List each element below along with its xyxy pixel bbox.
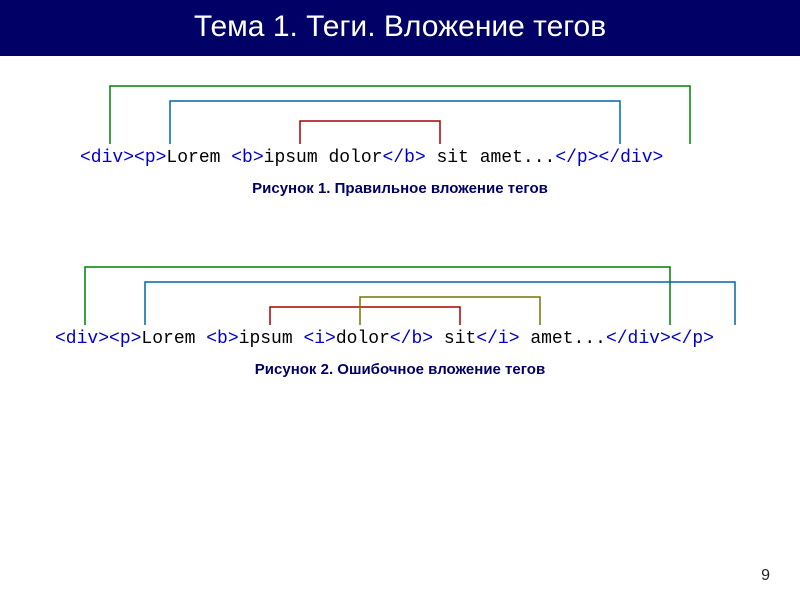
tag-p-open: <p> xyxy=(109,329,141,349)
code-line-2: <div><p>Lorem <b>ipsum <i>dolor</b> sit<… xyxy=(55,327,760,351)
tag-i-open: <i> xyxy=(303,329,335,349)
tag-b-close: </b> xyxy=(390,329,433,349)
tag-div-open: <div> xyxy=(80,148,134,168)
code-line-1: <div><p>Lorem <b>ipsum dolor</b> sit ame… xyxy=(80,146,760,170)
tag-div-open: <div> xyxy=(55,329,109,349)
text-ipsum-dolor: ipsum dolor xyxy=(264,148,383,168)
text-lorem: Lorem xyxy=(141,329,206,349)
tag-p-close: </p> xyxy=(555,148,598,168)
text-sit-amet: sit amet... xyxy=(426,148,556,168)
text-amet: amet... xyxy=(520,329,606,349)
tag-i-close: </i> xyxy=(476,329,519,349)
text-lorem: Lorem xyxy=(166,148,231,168)
figure-1-caption: Рисунок 1. Правильное вложение тегов xyxy=(40,180,760,197)
tag-b-open: <b> xyxy=(206,329,238,349)
figure-1: <div><p>Lorem <b>ipsum dolor</b> sit ame… xyxy=(40,146,760,197)
figure-2-caption: Рисунок 2. Ошибочное вложение тегов xyxy=(40,361,760,378)
slide-title: Тема 1. Теги. Вложение тегов xyxy=(0,0,800,56)
nesting-brackets-fig1 xyxy=(40,76,760,146)
tag-div-close: </div> xyxy=(606,329,671,349)
tag-b-open: <b> xyxy=(231,148,263,168)
figure-2: <div><p>Lorem <b>ipsum <i>dolor</b> sit<… xyxy=(40,327,760,378)
tag-b-close: </b> xyxy=(382,148,425,168)
page-number: 9 xyxy=(761,567,770,585)
tag-p-close: </p> xyxy=(671,329,714,349)
nesting-brackets-fig2 xyxy=(40,257,760,327)
text-ipsum: ipsum xyxy=(239,329,304,349)
text-dolor: dolor xyxy=(336,329,390,349)
text-sit: sit xyxy=(433,329,476,349)
tag-div-close: </div> xyxy=(599,148,664,168)
tag-p-open: <p> xyxy=(134,148,166,168)
